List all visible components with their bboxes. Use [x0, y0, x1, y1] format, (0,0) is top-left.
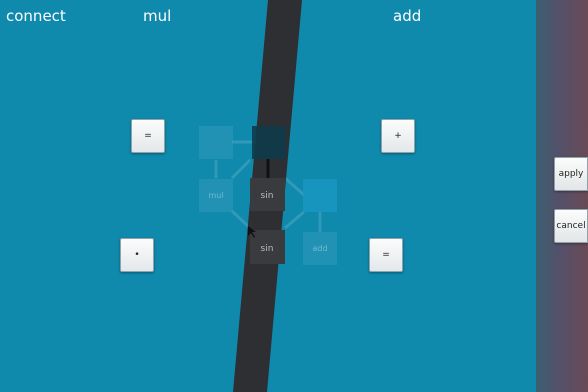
equals-button[interactable]: =: [131, 119, 165, 153]
graph-canvas[interactable]: mul add sin sin: [0, 0, 536, 392]
sin-node-label: sin: [261, 244, 274, 254]
edge-line: [283, 176, 306, 197]
cancel-button[interactable]: cancel: [554, 209, 588, 243]
plus-button[interactable]: +: [381, 119, 415, 153]
selected-node[interactable]: [252, 126, 286, 159]
edge-line: [230, 209, 252, 230]
apply-button[interactable]: apply: [554, 157, 588, 191]
edge-line: [230, 158, 252, 180]
right-sidebar: [536, 0, 588, 392]
edge-line: [284, 210, 305, 230]
sin-node-label: sin: [261, 191, 274, 201]
ghost-node-label: mul: [208, 191, 223, 200]
ghost-node: [303, 179, 337, 212]
equals-button-bottom[interactable]: =: [369, 238, 403, 272]
dot-button[interactable]: •: [120, 238, 154, 272]
ghost-node: [199, 126, 233, 159]
ghost-node-label: add: [312, 244, 327, 253]
